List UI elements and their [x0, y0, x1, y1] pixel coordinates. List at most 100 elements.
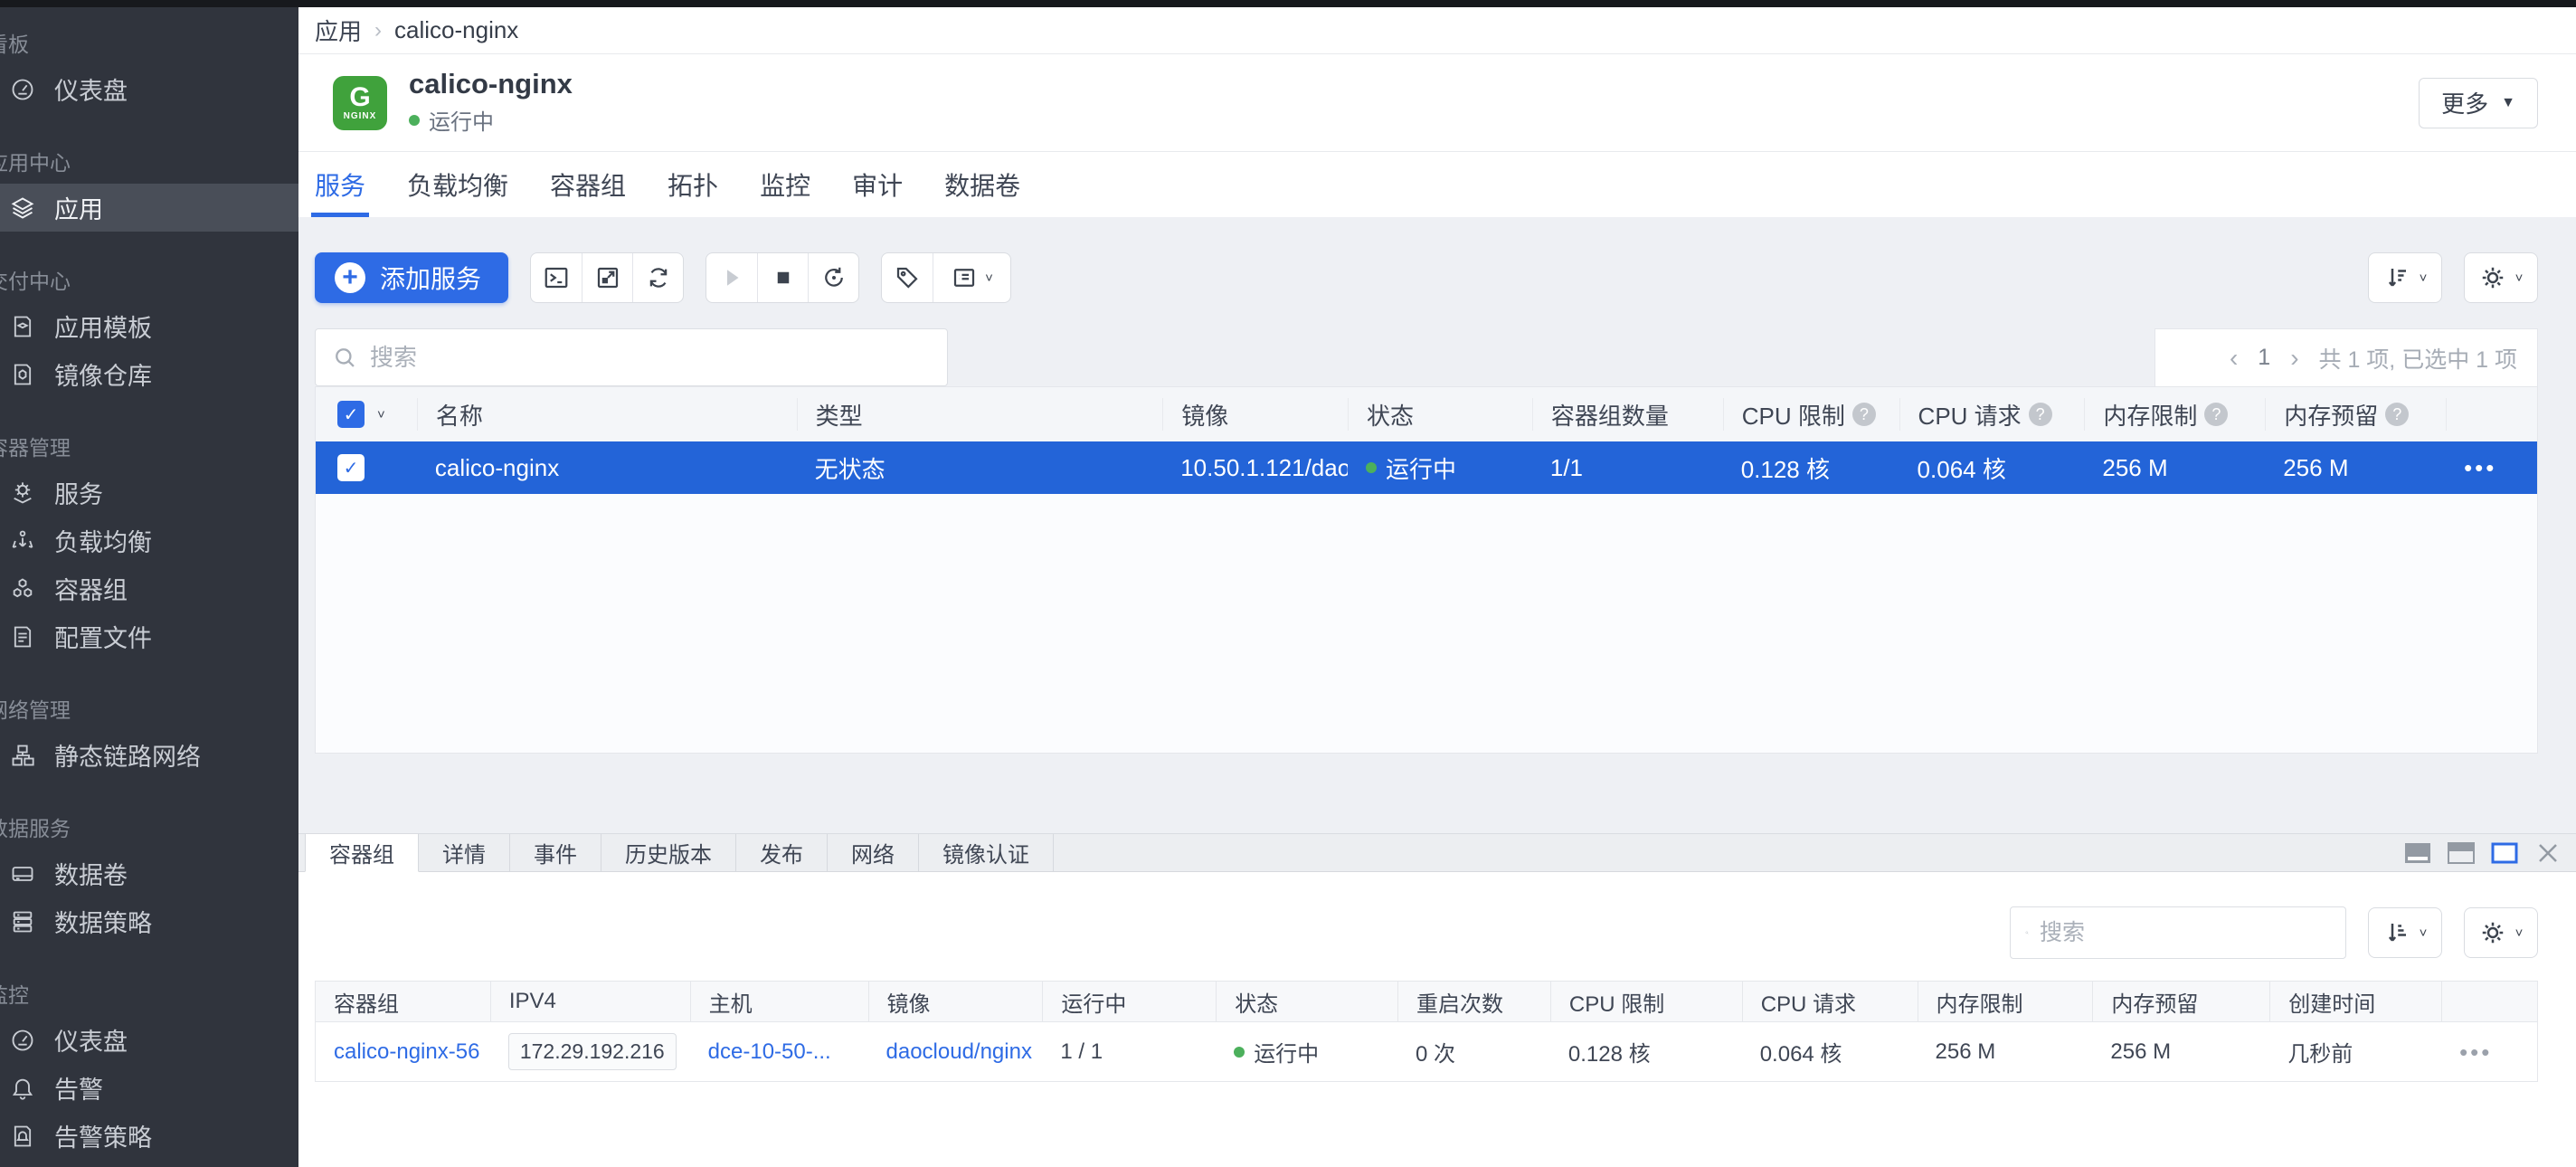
select-all-cell: ✓ ˅: [316, 398, 417, 431]
sidebar-item-label: 仪表盘: [54, 71, 128, 107]
help-icon[interactable]: ?: [2204, 403, 2228, 426]
panel-tab-details[interactable]: 详情: [419, 834, 510, 871]
sidebar-item-pods[interactable]: 容器组: [0, 565, 298, 612]
pod-search-input[interactable]: [2040, 920, 2331, 946]
tab-pods[interactable]: 容器组: [550, 152, 626, 217]
image-link[interactable]: daocloud/nginx: [886, 1039, 1032, 1065]
pod-sort-button[interactable]: ˅: [2368, 907, 2442, 958]
sidebar-item-label: 负载均衡: [54, 523, 152, 558]
panel-tab-release[interactable]: 发布: [736, 834, 828, 871]
panel-tab-events[interactable]: 事件: [510, 834, 601, 871]
refresh-button[interactable]: [632, 253, 683, 302]
help-icon[interactable]: ?: [1852, 403, 1876, 426]
scale-button[interactable]: [582, 253, 632, 302]
sidebar-item-volumes[interactable]: 数据卷: [0, 849, 298, 897]
sidebar-item-alert-policy[interactable]: 告警策略: [0, 1112, 298, 1160]
cell-mem-limit: 256 M: [1918, 1039, 2093, 1065]
page-prev-icon[interactable]: ‹: [2230, 344, 2238, 373]
tab-volumes[interactable]: 数据卷: [944, 152, 1020, 217]
search-icon: [2025, 921, 2029, 944]
sidebar-item-data-policy[interactable]: 数据策略: [0, 897, 298, 945]
help-icon[interactable]: ?: [2029, 403, 2052, 426]
panel-tab-network[interactable]: 网络: [828, 834, 919, 871]
sidebar-item-label: 数据卷: [54, 856, 128, 891]
add-service-button[interactable]: + 添加服务: [315, 252, 508, 303]
search-icon: [332, 345, 357, 370]
panel-close-button[interactable]: [2534, 842, 2562, 864]
list-settings-icon: [951, 264, 978, 291]
table-settings-button[interactable]: ˅: [2464, 252, 2538, 303]
service-search-input[interactable]: [370, 344, 931, 372]
cell-status: 运行中: [1216, 1036, 1397, 1067]
sidebar-item-image-registry[interactable]: 镜像仓库: [0, 350, 298, 398]
panel-tab-image-auth[interactable]: 镜像认证: [919, 834, 1054, 871]
tag-button[interactable]: [882, 253, 933, 302]
panel-size-small-button[interactable]: [2491, 842, 2518, 864]
row-checkbox[interactable]: ✓: [337, 454, 365, 481]
sidebar-item-label: 应用模板: [54, 308, 152, 344]
balance-icon: [9, 527, 36, 555]
tab-monitoring[interactable]: 监控: [760, 152, 810, 217]
sidebar-item-label: 数据策略: [54, 904, 152, 939]
toolbar-right: ˅ ˅: [2368, 252, 2538, 303]
pod-actions-button[interactable]: •••: [2441, 1048, 2537, 1057]
help-icon[interactable]: ?: [2385, 403, 2409, 426]
tab-audit[interactable]: 审计: [852, 152, 903, 217]
col-host: 主机: [690, 982, 868, 1022]
sidebar-item-alerts[interactable]: 告警: [0, 1064, 298, 1112]
start-button[interactable]: [706, 253, 757, 302]
panel-tab-pods[interactable]: 容器组: [305, 834, 419, 872]
pod-table-header: 容器组 IPV4 主机 镜像 运行中 状态 重启次数 CPU 限制 CPU 请求…: [316, 982, 2537, 1022]
tab-services[interactable]: 服务: [315, 152, 365, 217]
panel-tab-history[interactable]: 历史版本: [601, 834, 736, 871]
stop-button[interactable]: [757, 253, 808, 302]
sort-button[interactable]: ˅: [2368, 252, 2442, 303]
page-next-icon[interactable]: ›: [2290, 344, 2298, 373]
tab-topology[interactable]: 拓扑: [668, 152, 718, 217]
cell-image: 10.50.1.121/daoc: [1162, 454, 1348, 482]
cell-name[interactable]: calico-nginx: [417, 454, 797, 482]
pod-name-link[interactable]: calico-nginx-56: [334, 1039, 479, 1065]
detail-panel: 容器组 详情 事件 历史版本 发布 网络 镜像认证: [298, 833, 2576, 1167]
select-all-checkbox[interactable]: ✓: [337, 401, 365, 428]
display-columns-button[interactable]: ˅: [933, 253, 1010, 302]
sidebar-section-container-mgmt: 容器管理: [0, 431, 298, 461]
sidebar-item-applications[interactable]: 应用: [0, 184, 298, 232]
breadcrumb-applications-link[interactable]: 应用: [315, 14, 362, 47]
label-settings-group: ˅: [881, 252, 1011, 303]
status-dot-icon: [1366, 462, 1377, 473]
more-button[interactable]: 更多 ▼: [2419, 78, 2538, 128]
panel-size-medium-button[interactable]: [2448, 842, 2475, 864]
tab-load-balancer[interactable]: 负载均衡: [407, 152, 508, 217]
sidebar-item-config-files[interactable]: 配置文件: [0, 612, 298, 660]
sidebar-item-static-link-network[interactable]: 静态链路网络: [0, 731, 298, 779]
sidebar-item-app-templates[interactable]: 应用模板: [0, 302, 298, 350]
col-image: 镜像: [868, 982, 1043, 1022]
main-tabs: 服务 负载均衡 容器组 拓扑 监控 审计 数据卷: [298, 152, 2576, 217]
col-image: 镜像: [1162, 398, 1348, 431]
col-actions: [2441, 982, 2537, 1022]
app-root: 看板 仪表盘 应用中心 应用 交付中心 应用模板 镜像仓库 容器管理 服务 负载…: [0, 0, 2576, 1167]
col-name: 名称: [417, 398, 797, 431]
service-row-selected[interactable]: ✓ calico-nginx 无状态 10.50.1.121/daoc 运行中 …: [316, 441, 2537, 494]
row-actions-button[interactable]: •••: [2446, 463, 2537, 472]
sidebar-section-delivery: 交付中心: [0, 264, 298, 295]
pod-table: 容器组 IPV4 主机 镜像 运行中 状态 重启次数 CPU 限制 CPU 请求…: [315, 981, 2538, 1082]
chevron-down-icon[interactable]: ˅: [377, 407, 385, 422]
restart-button[interactable]: [808, 253, 858, 302]
sidebar-item-dashboard[interactable]: 仪表盘: [0, 65, 298, 113]
page-number: 1: [2258, 345, 2270, 371]
panel-size-large-button[interactable]: [2404, 842, 2431, 864]
pod-search-row: ˅ ˅: [315, 906, 2538, 959]
host-link[interactable]: dce-10-50-...: [708, 1039, 831, 1065]
sidebar-item-load-balancer[interactable]: 负载均衡: [0, 517, 298, 565]
sidebar-item-monitor-dashboard[interactable]: 仪表盘: [0, 1016, 298, 1064]
terminal-button[interactable]: [531, 253, 582, 302]
panel-window-controls: [2404, 834, 2562, 871]
pod-table-settings-button[interactable]: ˅: [2464, 907, 2538, 958]
cell-running: 1 / 1: [1042, 1039, 1216, 1065]
sidebar-item-label: 仪表盘: [54, 1022, 128, 1058]
sidebar-item-services[interactable]: 服务: [0, 469, 298, 517]
sidebar-item-label: 应用: [54, 190, 103, 225]
col-running: 运行中: [1042, 982, 1216, 1022]
